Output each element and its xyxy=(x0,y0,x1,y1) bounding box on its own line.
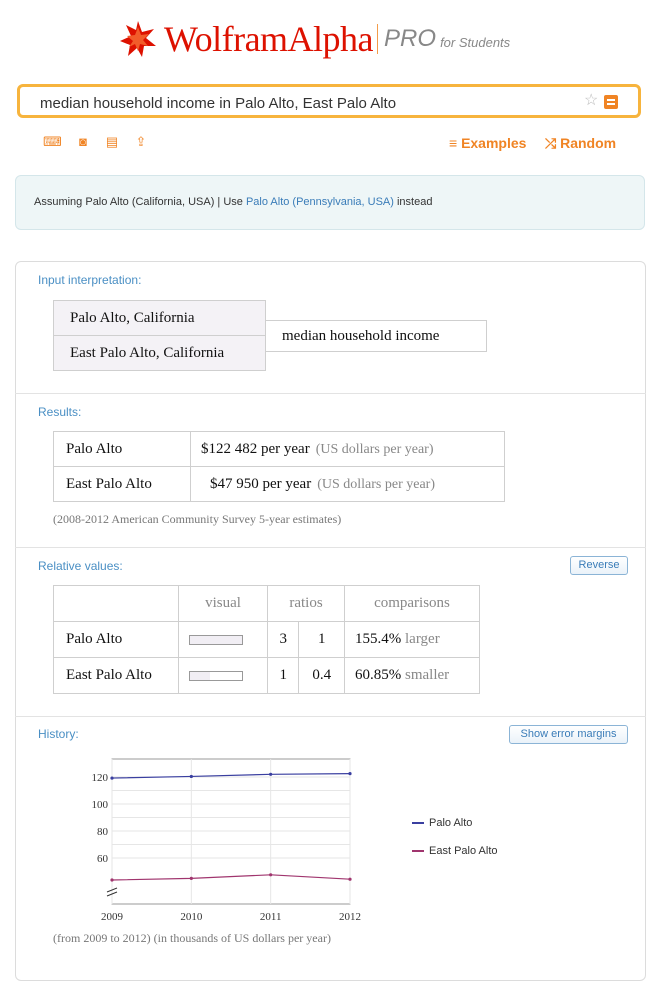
ii-place-1: Palo Alto, California xyxy=(53,300,266,336)
x-tick-label: 2011 xyxy=(260,911,282,923)
equals-button-icon[interactable] xyxy=(604,95,618,109)
results-table: Palo Alto $122 482 per year (US dollars p… xyxy=(53,431,505,502)
wolfram-logo[interactable]: WolframAlpha PRO for Students xyxy=(118,18,510,60)
comparison-value: 60.85% xyxy=(355,667,402,683)
assumption-box: Assuming Palo Alto (California, USA) | U… xyxy=(15,175,645,230)
result-value-cell: $122 482 per year (US dollars per year) xyxy=(190,431,505,467)
y-tick-label: 60 xyxy=(97,853,109,865)
relative-bar xyxy=(189,634,243,645)
result-unit: (US dollars per year) xyxy=(315,441,434,457)
pod-title-history: History: xyxy=(38,727,79,741)
ii-place-2: East Palo Alto, California xyxy=(53,335,266,371)
legend-item: Palo Alto xyxy=(412,817,472,829)
result-place: East Palo Alto xyxy=(53,466,191,502)
relative-place: East Palo Alto xyxy=(53,657,179,694)
brand-name: WolframAlpha xyxy=(164,19,374,59)
x-tick-label: 2010 xyxy=(180,911,203,923)
ratio-b: 1 xyxy=(298,621,345,658)
data-point xyxy=(269,873,273,877)
search-box: ☆ xyxy=(17,84,641,118)
pod-divider xyxy=(15,393,646,394)
result-value-cell: $47 950 per year (US dollars per year) xyxy=(190,466,505,502)
brand-pro: PRO xyxy=(384,25,437,52)
relative-table: visual ratios comparisons Palo Alto 3 1 … xyxy=(53,585,480,694)
relative-bar xyxy=(189,670,243,681)
pod-divider xyxy=(15,547,646,548)
ii-property: median household income xyxy=(265,320,487,352)
results-note: (2008-2012 American Community Survey 5-y… xyxy=(53,512,342,526)
assumption-link[interactable]: Palo Alto (Pennsylvania, USA) xyxy=(246,196,394,208)
wolfram-star-icon xyxy=(120,21,156,57)
comparison-word: larger xyxy=(405,631,440,647)
result-place: Palo Alto xyxy=(53,431,191,467)
comparison-word: smaller xyxy=(405,667,450,683)
table-row: visual ratios comparisons xyxy=(53,585,480,622)
visual-cell xyxy=(178,657,268,694)
keyboard-icon[interactable]: ⌨ xyxy=(43,135,62,148)
x-tick-label: 2009 xyxy=(101,911,124,923)
examples-link[interactable]: ≡ Examples xyxy=(449,135,526,151)
y-tick-label: 100 xyxy=(92,799,109,811)
y-tick-label: 80 xyxy=(97,826,109,838)
header-visual: visual xyxy=(178,585,268,622)
brand-students: for Students xyxy=(440,34,511,50)
comparison-cell: 60.85% smaller xyxy=(344,657,480,694)
reverse-button[interactable]: Reverse xyxy=(570,556,628,575)
random-link[interactable]: ⤮ Random xyxy=(545,135,616,152)
brand-separator xyxy=(377,24,379,54)
ratio-a: 3 xyxy=(266,621,300,658)
pod-title-input-interpretation: Input interpretation: xyxy=(38,273,142,287)
pod-divider xyxy=(15,716,646,717)
relative-bar-fill xyxy=(190,635,242,644)
comparison-value: 155.4% xyxy=(355,631,402,647)
data-point xyxy=(348,772,352,776)
legend-item: East Palo Alto xyxy=(412,845,498,857)
header-ratios: ratios xyxy=(267,585,345,622)
y-tick-label: 120 xyxy=(92,772,109,784)
upload-icon[interactable]: ⇪ xyxy=(133,135,149,148)
assumption-text: Assuming Palo Alto (California, USA) | U… xyxy=(34,196,433,208)
result-unit: (US dollars per year) xyxy=(317,476,436,492)
data-point xyxy=(110,878,114,882)
visual-cell xyxy=(178,621,268,658)
relative-bar-fill xyxy=(190,671,211,680)
table-row: East Palo Alto 1 0.4 60.85% smaller xyxy=(53,657,480,694)
ratio-b: 0.4 xyxy=(298,657,345,694)
data-point xyxy=(189,774,193,779)
data-point xyxy=(110,776,114,780)
ratio-a: 1 xyxy=(266,657,300,694)
comparison-cell: 155.4% larger xyxy=(344,621,480,658)
list-icon: ≡ xyxy=(449,135,462,151)
table-icon[interactable]: ▤ xyxy=(104,135,120,148)
header-comparisons: comparisons xyxy=(344,585,480,622)
history-chart: 120 100 80 60 2009 2010 2011 2012 xyxy=(92,758,361,923)
history-note: (from 2009 to 2012) (in thousands of US … xyxy=(53,931,331,945)
relative-place: Palo Alto xyxy=(53,621,179,658)
shuffle-icon: ⤮ xyxy=(545,135,561,151)
legend-swatch xyxy=(412,850,424,853)
camera-icon[interactable]: ◙ xyxy=(75,135,91,148)
header: WolframAlpha PRO for Students xyxy=(0,0,666,80)
pod-title-relative-values: Relative values: xyxy=(38,559,123,573)
data-point xyxy=(269,772,273,776)
data-point xyxy=(189,876,193,880)
table-row: Palo Alto $122 482 per year (US dollars p… xyxy=(53,431,505,467)
data-point xyxy=(348,877,352,881)
result-value: $122 482 per year xyxy=(201,440,310,457)
table-row: Palo Alto 3 1 155.4% larger xyxy=(53,621,480,658)
x-tick-label: 2012 xyxy=(339,911,361,923)
pod-title-results: Results: xyxy=(38,405,82,419)
table-row: East Palo Alto $47 950 per year (US dolla… xyxy=(53,466,505,502)
star-icon[interactable]: ☆ xyxy=(584,90,598,110)
result-value: $47 950 per year xyxy=(210,475,312,492)
show-error-margins-button[interactable]: Show error margins xyxy=(509,725,628,744)
search-input[interactable] xyxy=(38,91,562,115)
legend-swatch xyxy=(412,822,424,825)
